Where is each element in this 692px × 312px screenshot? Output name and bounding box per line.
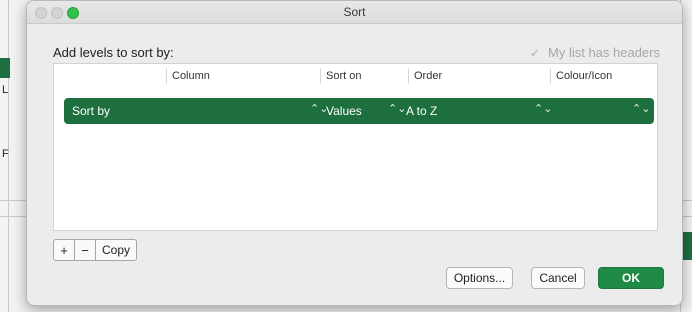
headers-checkbox-label: My list has headers bbox=[548, 45, 660, 60]
column-header-column: Column bbox=[172, 70, 210, 82]
sort-on-select-arrows-icon[interactable]: ⌃⌄ bbox=[388, 102, 406, 115]
sort-level-row[interactable]: Sort by ⌃⌄ Values ⌃⌄ A to Z ⌃⌄ ⌃⌄ bbox=[64, 98, 654, 124]
order-select-value[interactable]: A to Z bbox=[406, 104, 437, 118]
sort-dialog: Sort Add levels to sort by: ✓ My list has… bbox=[26, 0, 683, 306]
sort-levels-prompt: Add levels to sort by: bbox=[53, 45, 174, 60]
add-level-button[interactable]: + bbox=[53, 239, 75, 261]
level-controls: + − Copy bbox=[53, 239, 137, 261]
column-header-sort-on: Sort on bbox=[326, 70, 362, 82]
header-divider bbox=[320, 68, 321, 84]
copy-level-button[interactable]: Copy bbox=[96, 239, 137, 261]
header-divider bbox=[166, 68, 167, 84]
cancel-button[interactable]: Cancel bbox=[531, 267, 585, 289]
bg-text-fragment: F bbox=[2, 148, 9, 160]
colour-icon-select-arrows-icon[interactable]: ⌃⌄ bbox=[632, 102, 650, 115]
title-bar: Sort bbox=[27, 1, 682, 24]
column-header-order: Order bbox=[414, 70, 443, 82]
window-title: Sort bbox=[343, 5, 366, 19]
delete-level-button[interactable]: − bbox=[75, 239, 96, 261]
bg-green-bar bbox=[683, 232, 692, 260]
header-divider bbox=[408, 68, 409, 84]
sort-levels-table: Column Sort on Order Colour/Icon Sort by… bbox=[53, 63, 658, 231]
options-button[interactable]: Options... bbox=[446, 267, 513, 289]
checkmark-icon: ✓ bbox=[530, 46, 541, 60]
sort-by-label: Sort by bbox=[72, 104, 111, 118]
ok-button[interactable]: OK bbox=[598, 267, 664, 289]
bg-text-fragment: L bbox=[2, 84, 9, 96]
header-divider bbox=[550, 68, 551, 84]
my-list-has-headers-checkbox[interactable]: ✓ My list has headers bbox=[530, 45, 660, 60]
bg-green-bar bbox=[0, 58, 10, 78]
order-select-arrows-icon[interactable]: ⌃⌄ bbox=[534, 102, 552, 115]
column-header-colour-icon: Colour/Icon bbox=[556, 70, 613, 82]
sort-on-select-value[interactable]: Values bbox=[326, 104, 362, 118]
